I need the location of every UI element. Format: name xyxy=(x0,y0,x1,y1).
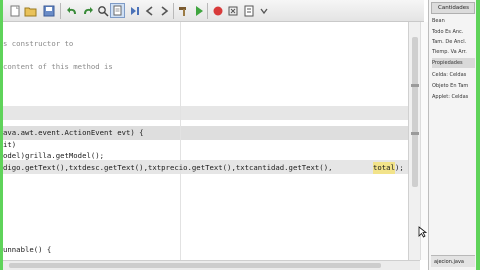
save-button[interactable] xyxy=(41,3,56,18)
palette-item[interactable]: Propiedades xyxy=(432,58,475,68)
undo-button[interactable] xyxy=(64,3,79,18)
error-marker-strip xyxy=(420,22,428,260)
code-editor[interactable]: s constructor to content of this method … xyxy=(3,22,408,260)
palette-panel: Cantidades Bean Todo Es Anc. Tam. De Anc… xyxy=(428,0,480,270)
find-button[interactable] xyxy=(95,3,110,18)
stop-button[interactable] xyxy=(210,3,225,18)
run-button[interactable] xyxy=(191,3,206,18)
build-button[interactable] xyxy=(176,3,191,18)
step-icon xyxy=(130,6,139,15)
palette-item[interactable]: Tiemp. Va Arr. xyxy=(432,47,475,57)
open-button[interactable] xyxy=(23,3,38,18)
code-line: unnable() { xyxy=(3,245,52,254)
document-icon xyxy=(113,5,122,16)
undo-icon xyxy=(66,6,76,14)
hammer-icon xyxy=(178,6,186,16)
scroll-thumb[interactable] xyxy=(9,263,381,268)
palette-footer[interactable]: ajecion.java xyxy=(431,255,475,267)
redo-button[interactable] xyxy=(80,3,95,18)
code-line: content of this method is xyxy=(3,62,113,71)
mouse-cursor-icon xyxy=(418,226,427,238)
palette-item[interactable]: Celda: Celdas xyxy=(432,70,475,80)
folder-icon xyxy=(24,7,37,16)
code-line: digo.getText(),txtdesc.getText(),txtprec… xyxy=(3,163,333,172)
extra-button[interactable] xyxy=(256,3,271,18)
palette-item[interactable]: Objeto En Tam xyxy=(432,81,475,91)
scroll-marker xyxy=(411,132,419,135)
scroll-marker xyxy=(411,84,419,87)
new-file-icon xyxy=(10,5,19,16)
right-green-strip xyxy=(476,0,480,270)
editor-vertical-scrollbar[interactable] xyxy=(408,22,420,260)
toggle-button[interactable] xyxy=(110,3,125,18)
search-icon xyxy=(97,5,109,17)
save-all-icon xyxy=(43,5,54,16)
forward-icon xyxy=(161,5,168,16)
palette-item[interactable]: Todo Es Anc. xyxy=(432,27,475,37)
step-button[interactable] xyxy=(127,3,142,18)
right-margin-guide xyxy=(180,22,181,260)
back-button[interactable] xyxy=(142,3,157,18)
debug-button[interactable] xyxy=(225,3,240,18)
editor-horizontal-scrollbar[interactable] xyxy=(3,260,420,270)
back-icon xyxy=(145,5,152,16)
debug-icon xyxy=(228,6,237,15)
code-line: ava.awt.event.ActionEvent evt) { xyxy=(3,128,144,137)
code-line: ); xyxy=(395,163,404,172)
profile-icon xyxy=(244,5,253,16)
toolbar xyxy=(3,0,424,22)
chevron-down-icon xyxy=(259,8,268,14)
palette-header[interactable]: Cantidades xyxy=(431,2,475,14)
forward-button[interactable] xyxy=(156,3,171,18)
selection-band xyxy=(3,106,408,120)
redo-icon xyxy=(83,6,93,14)
profile-button[interactable] xyxy=(241,3,256,18)
new-file-button[interactable] xyxy=(7,3,22,18)
code-line: odel)grilla.getModel(); xyxy=(3,151,105,160)
code-line: s constructor to xyxy=(3,39,74,48)
palette-item[interactable]: Tam. De Ancl. xyxy=(432,37,475,47)
scroll-thumb[interactable] xyxy=(412,37,418,187)
palette-item[interactable]: Applet: Celdas xyxy=(432,92,475,102)
stop-icon xyxy=(213,6,222,15)
caret-word: total xyxy=(373,162,395,174)
palette-item[interactable]: Bean xyxy=(432,16,475,26)
run-icon xyxy=(195,5,203,16)
